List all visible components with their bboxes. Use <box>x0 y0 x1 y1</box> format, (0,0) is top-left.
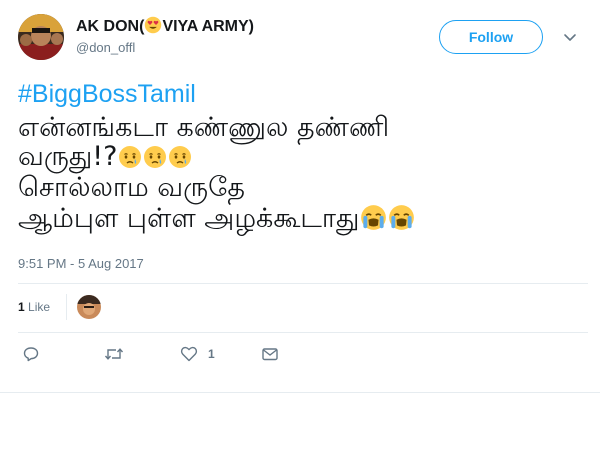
author-name[interactable]: AK DON( VIYA ARMY) <box>76 16 254 36</box>
tweet-text-line-1-text: என்னங்கடா கண்ணுல தண்ணி <box>18 112 390 143</box>
like-button[interactable]: 1 <box>180 345 215 363</box>
loudly-crying-emoji <box>360 204 387 231</box>
likes-summary[interactable]: 1 Like <box>18 300 50 314</box>
tweet-text-line-3-text: சொல்லாம வருதே <box>18 172 245 203</box>
envelope-icon <box>262 348 278 361</box>
likes-label: Like <box>28 300 51 314</box>
retweet-button[interactable] <box>104 345 124 363</box>
crying-emoji <box>143 145 167 169</box>
liker-avatar[interactable] <box>77 295 101 319</box>
author-name-prefix: AK DON( <box>76 18 145 35</box>
follow-button[interactable]: Follow <box>439 20 543 54</box>
tweet-text-line-4-text: ஆம்புள புள்ள அழக்கூடாது <box>18 203 360 234</box>
crying-emoji <box>168 145 192 169</box>
tweet-text-line-4: ஆம்புள புள்ள அழக்கூடாது <box>18 203 415 238</box>
reply-icon <box>23 347 39 362</box>
tweet-card: AK DON( VIYA ARMY) @don_offl Follow #Bigg… <box>0 0 600 393</box>
divider <box>18 283 588 284</box>
author-handle[interactable]: @don_offl <box>76 40 135 55</box>
divider <box>18 332 588 333</box>
tweet-text-line-2-text: வருது!? <box>18 141 118 172</box>
author-avatar[interactable] <box>18 14 64 60</box>
chevron-down-icon[interactable] <box>562 29 578 45</box>
direct-message-button[interactable] <box>261 345 279 363</box>
crying-emoji <box>118 145 142 169</box>
tweet-text-line-3: சொல்லாம வருதே <box>18 172 245 207</box>
author-name-suffix: VIYA ARMY) <box>162 18 255 35</box>
likes-number: 1 <box>18 300 25 314</box>
heart-eyes-emoji <box>144 16 162 34</box>
tweet-timestamp[interactable]: 9:51 PM - 5 Aug 2017 <box>18 256 144 271</box>
retweet-icon <box>104 348 124 360</box>
divider <box>66 294 67 320</box>
loudly-crying-emoji <box>388 204 415 231</box>
like-count: 1 <box>208 347 215 361</box>
reply-button[interactable] <box>22 345 40 363</box>
heart-icon <box>180 346 198 362</box>
tweet-text-line-2: வருது!? <box>18 141 192 176</box>
hashtag-link[interactable]: #BiggBossTamil <box>18 80 196 109</box>
